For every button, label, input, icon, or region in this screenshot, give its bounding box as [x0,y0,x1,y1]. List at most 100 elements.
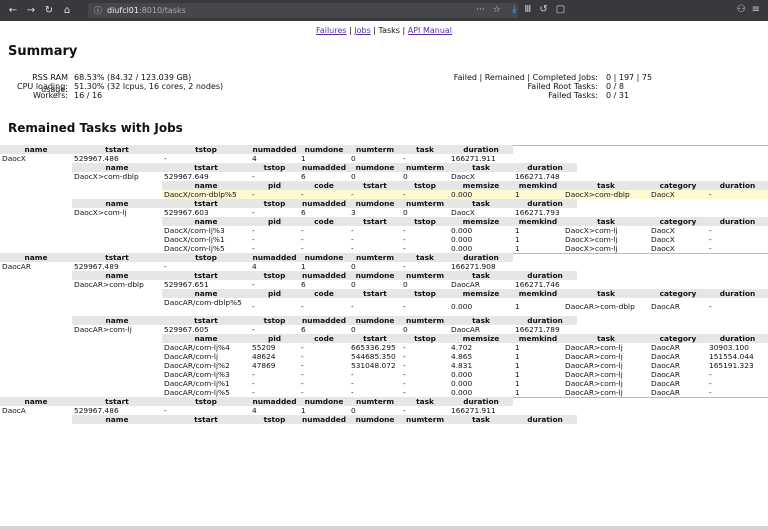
reload-icon[interactable]: ↻ [42,5,56,16]
task-row: DaocAR/com-lj%2 47869-531048.072-4.831 1 Da… [0,361,768,370]
table-cell: task [401,145,449,154]
table-cell: DaocAR [651,379,680,388]
failures-link[interactable]: Failures [316,26,347,35]
table-cell: - [301,379,304,388]
table-cell: pid [250,181,299,190]
table-cell: pid [250,289,299,298]
table-cell: DaocAR [651,361,680,370]
table-cell: tstart [349,181,401,190]
table-cell: 30903.100 [709,343,749,352]
sync-icon[interactable]: ↺ [539,4,547,15]
table-cell: DaocX [651,244,675,253]
table-cell: numterm [349,397,401,406]
table-cell: tstart [162,199,250,208]
table-cell: task [563,217,649,226]
summary-left-row: CPU loading: 51.30% (32 lcpus, 16 cores, … [8,81,224,91]
table-cell: - [403,235,406,244]
table-cell: 0 [403,208,408,217]
table-cell: tstop [162,397,250,406]
table-cell: - [403,226,406,235]
more-icon[interactable]: ··· [476,5,485,15]
table-cell: - [301,352,304,361]
table-cell: name [0,145,72,154]
table-cell: numdone [349,163,401,172]
url-actions: ··· ☆ [476,5,501,15]
table-cell: memkind [513,181,563,190]
table-cell: 6 [301,172,306,181]
table-cell: numadded [299,199,349,208]
table-cell: - [299,190,349,199]
download-icon[interactable]: ⤓ [512,4,516,15]
table-cell: memkind [513,334,563,343]
table-cell: task [563,181,649,190]
api-manual-link[interactable]: API Manual [408,26,452,35]
table-cell: 529967.489 [74,262,119,271]
table-cell: DaocAR [651,388,680,397]
home-icon[interactable]: ⌂ [60,5,74,16]
table-cell: DaocX [651,226,675,235]
job-row: DaocX 529967.486 - 4 1 0 - 166271.911 [0,154,768,163]
table-cell: memsize [449,181,513,190]
summary-key: Failed Tasks: [548,91,598,100]
table-cell: - [403,370,406,379]
info-icon[interactable]: ⓘ [94,5,102,16]
table-cell: memsize [449,334,513,343]
summary-right-row: Failed Tasks: 0 / 31 [370,90,652,100]
table-cell: duration [707,289,768,298]
table-cell: 0 [403,280,408,289]
table-cell: name [72,271,162,280]
summary-key: Workers: [32,91,68,100]
table-cell: DaocAR/com-lj%3 [164,370,230,379]
table-cell: numadded [299,316,349,325]
back-icon[interactable]: ← [6,5,20,16]
summary-left-row: RSS RAM usage: 68.53% (84.32 / 123.039 GB… [8,72,223,94]
table-cell: 1 [515,343,520,352]
table-cell: name [162,334,250,343]
table-cell: - [707,190,768,199]
table-cell: tstop [250,163,299,172]
table-cell: - [252,235,255,244]
table-cell: 4 [252,154,257,163]
table-cell: numadded [299,415,349,424]
table-cell: numterm [401,271,449,280]
jobs-link[interactable]: Jobs [354,26,371,35]
table-cell: 0.000 [449,190,513,199]
table-cell: memsize [449,217,513,226]
table-cell: DaocAR/com-dblp%5 [164,298,242,307]
subjob-row: DaocAR>com-dblp 529967.651 - 6 0 0 DaocAR 16627… [0,280,768,289]
task-header-row: name pid code tstart tstop memsize memkind task… [0,289,768,298]
table-cell: - [301,370,304,379]
summary-value: 51.30% (32 lcpus, 16 cores, 2 nodes) [74,82,224,91]
table-cell: duration [513,199,577,208]
table-cell: tstart [72,397,162,406]
table-cell: duration [513,163,577,172]
table-cell: memkind [513,289,563,298]
table-cell: 1 [515,302,520,311]
table-cell: - [164,406,167,415]
table-cell: - [403,406,406,415]
table-cell: 3 [351,208,356,217]
table-cell: tstop [401,181,449,190]
table-cell: memkind [513,217,563,226]
sidebar-icon[interactable]: ▢ [556,4,565,15]
table-cell: numterm [401,163,449,172]
bookmark-star-icon[interactable]: ☆ [493,5,501,15]
account-icon[interactable]: ⚇ [737,4,746,15]
table-cell: 6 [301,280,306,289]
library-icon[interactable]: Ⅲ [524,4,531,15]
table-cell: DaocX>com-lj [565,244,618,253]
summary-value: 0 / 8 [606,82,624,91]
table-cell: DaocX/com-lj%3 [164,226,225,235]
table-cell: 0.000 [451,388,473,397]
table-cell: name [0,397,72,406]
forward-icon[interactable]: → [24,5,38,16]
table-cell: DaocX [451,172,475,181]
summary-key: Failed | Remained | Completed Jobs: [453,73,598,82]
table-cell: DaocX/com-dblp%5 [162,190,250,199]
table-cell: code [299,217,349,226]
table-cell: 0 [351,172,356,181]
subjob-row: DaocX>com-dblp 529967.649 - 6 0 0 DaocX 166271.… [0,172,768,181]
menu-icon[interactable]: ≡ [752,4,760,15]
address-bar[interactable]: ⓘ diufcl01:8010/tasks [88,3,518,18]
table-cell: DaocAR/com-lj [164,352,219,361]
